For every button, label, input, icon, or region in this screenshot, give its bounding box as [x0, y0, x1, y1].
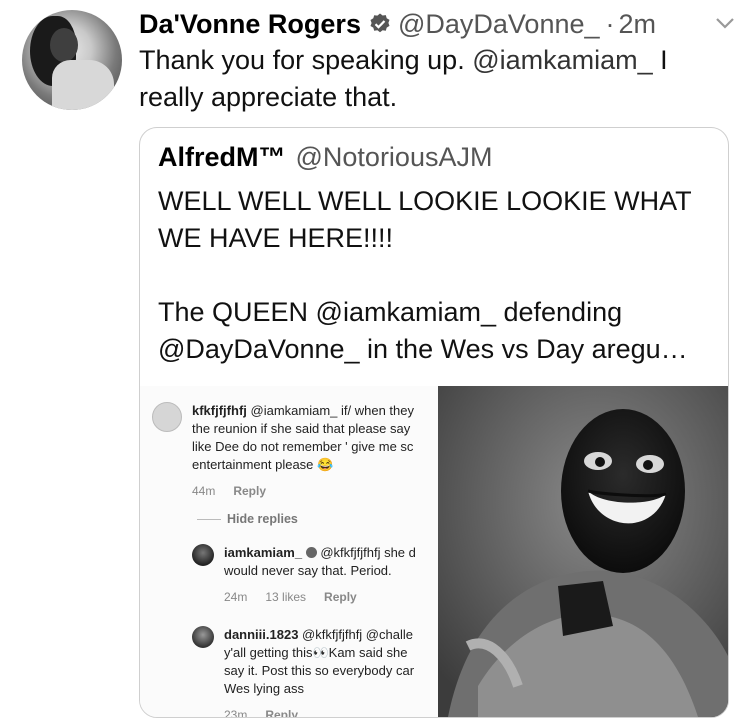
comment-line: Wes lying ass [224, 681, 304, 696]
comment-line: would never say that. Period. [224, 563, 392, 578]
comment-time: 44m [192, 484, 216, 498]
tweet-text: Thank you for speaking up. @iamkamiam_ I… [139, 42, 729, 116]
comment-time: 23m [224, 708, 248, 717]
comment-user: danniii.1823 [224, 627, 299, 642]
tweet-header: Da'Vonne Rogers @DayDaVonne_ · 2m [139, 6, 736, 42]
meta-separator: · [605, 8, 615, 39]
comments-screenshot: kfkfjfjfhfj @iamkamiam_ if/ when they th… [140, 386, 438, 717]
reaction-photo [438, 386, 728, 717]
hide-replies: Hide replies [197, 512, 298, 526]
verified-badge-icon [368, 12, 392, 36]
comment-line: y'all getting this👀Kam said she [224, 645, 408, 660]
mention-link[interactable]: @iamkamiam_ [472, 45, 652, 75]
comment-meta: 44m Reply [192, 482, 438, 500]
quoted-media[interactable]: kfkfjfjfhfj @iamkamiam_ if/ when they th… [140, 386, 728, 717]
author-handle[interactable]: @DayDaVonne_ [398, 9, 600, 40]
comment-user: iamkamiam_ [224, 545, 303, 560]
comment-meta: 23m Reply [224, 706, 438, 717]
comment-line: @kfkfjfjfhfj @challe [302, 627, 413, 642]
comment-line: entertainment please 😂 [192, 457, 334, 472]
comment-line: say it. Post this so everybody car [224, 663, 415, 678]
chevron-down-icon[interactable] [714, 14, 736, 32]
comment-line: the reunion if she said that please say [192, 421, 411, 436]
comment-time: 24m [224, 590, 248, 604]
comment-reply: Reply [324, 590, 357, 604]
quoted-tweet-header: AlfredM™ @NotoriousAJM [158, 142, 492, 173]
quoted-tweet-text: WELL WELL WELL LOOKIE LOOKIE WHAT WE HAV… [158, 186, 692, 364]
author-name[interactable]: Da'Vonne Rogers [139, 9, 361, 40]
author-avatar[interactable] [22, 10, 122, 110]
tweet-time[interactable]: 2m [619, 9, 657, 40]
comment-reply: Reply [233, 484, 267, 498]
commenter-avatar [192, 626, 214, 648]
comment-line: like Dee do not remember ' give me sc [192, 439, 414, 454]
quoted-author-handle: @NotoriousAJM [295, 142, 493, 172]
verified-badge-icon [305, 547, 317, 558]
comment-line: @kfkfjfjfhfj she d [320, 545, 416, 560]
commenter-avatar [192, 544, 214, 566]
comment-line: @iamkamiam_ if/ when they [250, 403, 414, 418]
comment-reply: Reply [265, 708, 299, 717]
comment-likes: 13 likes [265, 590, 307, 604]
quoted-tweet[interactable]: AlfredM™ @NotoriousAJM WELL WELL WELL LO… [139, 127, 729, 718]
tweet-text-start: Thank you for speaking up. [139, 45, 473, 75]
commenter-avatar [152, 402, 182, 432]
quoted-author-name: AlfredM™ [158, 142, 286, 172]
comment-meta: 24m 13 likes Reply [224, 588, 438, 606]
comment-user: kfkfjfjfhfj [192, 403, 247, 418]
